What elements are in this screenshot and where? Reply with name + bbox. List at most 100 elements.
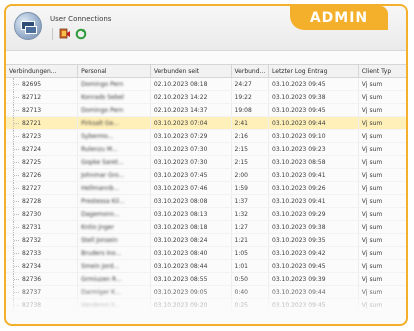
table-row[interactable]: 82730 Dagemonn... 03.10.2023 08:13 1:32 03.1… xyxy=(6,207,406,221)
connected-duration-text: 19:08 xyxy=(234,106,252,114)
connected-duration-text: 1:05 xyxy=(234,249,248,257)
connected-since-cell: 03.10.2023 08:40 xyxy=(150,246,232,260)
table-row[interactable]: 82733 Bruders Ino... 03.10.2023 08:40 1:05 0… xyxy=(6,246,406,260)
connected-since-text: 03.10.2023 08:44 xyxy=(153,262,208,270)
toolbar-separator xyxy=(52,28,53,40)
client-type-cell: Vj sum xyxy=(358,233,406,247)
table-row[interactable]: 82695 Domingo Pern 02.10.2023 08:18 24:27 03… xyxy=(6,77,406,91)
connected-since-text: 03.10.2023 07:45 xyxy=(153,171,208,179)
toolbar xyxy=(50,28,87,40)
connection-id-text: 82730 xyxy=(22,210,42,218)
connected-duration-text: 2:41 xyxy=(234,119,248,127)
table-row[interactable]: 82725 Gopke Saret... 03.10.2023 07:30 2:15 0… xyxy=(6,155,406,169)
refresh-button[interactable] xyxy=(75,28,87,40)
last-log-entry-cell: 03.10.2023 09:42 xyxy=(268,246,359,260)
connected-since-cell: 02.10.2023 14:37 xyxy=(150,103,232,117)
connected-since-text: 03.10.2023 07:30 xyxy=(153,145,208,153)
client-type-text: Vj sum xyxy=(361,93,383,101)
client-type-text: Vj sum xyxy=(361,236,383,244)
client-type-cell: Vj sum xyxy=(358,168,406,182)
column-header-client-type[interactable]: Client Typ xyxy=(358,65,406,78)
connection-id-text: 82727 xyxy=(22,184,42,192)
last-log-entry-cell: 03.10.2023 09:38 xyxy=(268,220,359,234)
last-log-entry-cell: 03.10.2023 09:41 xyxy=(268,168,359,182)
last-log-entry-text: 03.10.2023 09:10 xyxy=(272,132,326,140)
personal-cell: Johnmar Gro... xyxy=(77,168,151,182)
connected-duration-text: 24:27 xyxy=(234,80,252,88)
personal-text: Dagemonn... xyxy=(81,210,120,218)
connected-duration-text: 1:32 xyxy=(234,210,248,218)
table-row[interactable]: 82732 Stell Jonsein 03.10.2023 08:24 1:21 03… xyxy=(6,233,406,247)
table-row[interactable]: 82724 Rulenzu M... 03.10.2023 07:30 2:15 03.… xyxy=(6,142,406,156)
connections-table: Verbindungen... Personal Verbunden seit … xyxy=(6,64,406,312)
connected-duration-cell: 0:25 xyxy=(231,298,270,312)
connected-since-text: 03.10.2023 08:18 xyxy=(153,223,208,231)
client-type-text: Vj sum xyxy=(361,262,383,270)
connected-duration-cell: 1:37 xyxy=(231,194,270,208)
table-row[interactable]: 82728 Prestessa Kil... 03.10.2023 08:08 1:3… xyxy=(6,194,406,208)
table-row[interactable]: 82713 Domingo Pern 02.10.2023 14:37 19:08 03… xyxy=(6,103,406,117)
connected-duration-cell: 2:16 xyxy=(231,129,270,143)
table-row[interactable]: 82721 Pirksalt Ge... 03.10.2023 07:04 2:41 0… xyxy=(6,116,406,130)
personal-cell: Prestessa Kil... xyxy=(77,194,151,208)
disconnect-button[interactable] xyxy=(59,28,71,40)
table-row[interactable]: 82723 Sybermo... 03.10.2023 07:29 2:16 03.10… xyxy=(6,129,406,143)
client-type-cell: Vj sum xyxy=(358,207,406,221)
last-log-entry-cell: 03.10.2023 09:45 xyxy=(268,259,359,273)
last-log-entry-cell: 03.10.2023 09:41 xyxy=(268,194,359,208)
table-row[interactable]: 82734 Smein Jord... 03.10.2023 08:44 1:01 03… xyxy=(6,259,406,273)
connected-duration-text: 2:15 xyxy=(234,145,248,153)
personal-cell: Pirksalt Ge... xyxy=(77,116,151,130)
table-row[interactable]: 82731 Kntio Jnger 03.10.2023 08:18 1:27 03.1… xyxy=(6,220,406,234)
table-row[interactable]: 82712 Konrads Sebel 02.10.2023 14:22 19:22 0… xyxy=(6,90,406,104)
connected-since-text: 03.10.2023 08:55 xyxy=(153,275,208,283)
last-log-entry-cell: 03.10.2023 09:45 xyxy=(268,298,359,312)
column-header-connection-id[interactable]: Verbindungen... xyxy=(6,65,79,78)
table-row[interactable]: 82727 Hellmannb... 03.10.2023 07:46 1:59 03.… xyxy=(6,181,406,195)
connected-since-cell: 03.10.2023 07:46 xyxy=(150,181,232,195)
column-header-last-log-entry[interactable]: Letzter Log Entrag xyxy=(268,65,359,78)
connected-duration-text: 1:37 xyxy=(234,197,248,205)
personal-text: Vanderon k... xyxy=(81,301,121,309)
last-log-entry-cell: 03.10.2023 09:26 xyxy=(268,181,359,195)
client-type-cell: Vj sum xyxy=(358,220,406,234)
connected-since-text: 03.10.2023 09:05 xyxy=(153,288,208,296)
connection-id-text: 82732 xyxy=(22,236,42,244)
table-row[interactable]: 82726 Johnmar Gro... 03.10.2023 07:45 2:00 0… xyxy=(6,168,406,182)
connected-since-text: 03.10.2023 09:20 xyxy=(153,301,208,309)
last-log-entry-text: 03.10.2023 09:44 xyxy=(272,119,326,127)
client-type-text: Vj sum xyxy=(361,106,383,114)
connection-id-text: 82728 xyxy=(22,197,42,205)
connected-duration-cell: 2:00 xyxy=(231,168,270,182)
table-row[interactable]: 82737 Darmiger K... 03.10.2023 09:05 0:40 03… xyxy=(6,285,406,299)
tree-line xyxy=(13,247,19,259)
column-header-personal[interactable]: Personal xyxy=(77,65,151,78)
last-log-entry-text: 03.10.2023 09:39 xyxy=(272,275,326,283)
table-row[interactable]: 82736 Grmiuzen R... 03.10.2023 08:55 0:50 03… xyxy=(6,272,406,286)
column-header-connected-duration[interactable]: Verbund... xyxy=(231,65,270,78)
personal-text: Grmiuzen R... xyxy=(81,275,122,283)
tree-line xyxy=(13,156,19,168)
connected-since-cell: 03.10.2023 08:08 xyxy=(150,194,232,208)
connected-duration-cell: 19:22 xyxy=(231,90,270,104)
personal-cell: Gopke Saret... xyxy=(77,155,151,169)
tree-line xyxy=(13,273,19,285)
connection-id-cell: 82721 xyxy=(6,116,79,130)
connection-id-text: 82738 xyxy=(22,301,42,309)
connection-id-text: 82736 xyxy=(22,275,42,283)
connected-since-cell: 03.10.2023 08:24 xyxy=(150,233,232,247)
connection-id-text: 82725 xyxy=(22,158,42,166)
last-log-entry-text: 03.10.2023 09:35 xyxy=(272,236,326,244)
personal-text: Konrads Sebel xyxy=(81,93,124,101)
app-window: User Connections ADMIN Verbindungen... P… xyxy=(4,4,408,326)
connected-since-text: 03.10.2023 08:24 xyxy=(153,236,208,244)
user-connections-app-icon xyxy=(14,12,42,40)
last-log-entry-text: 03.10.2023 09:38 xyxy=(272,223,326,231)
personal-cell: Rulenzu M... xyxy=(77,142,151,156)
client-type-cell: Vj sum xyxy=(358,116,406,130)
column-header-connected-since[interactable]: Verbunden seit xyxy=(150,65,232,78)
last-log-entry-cell: 03.10.2023 09:10 xyxy=(268,129,359,143)
last-log-entry-cell: 03.10.2023 09:23 xyxy=(268,142,359,156)
table-row[interactable]: 82738 Vanderon k... 03.10.2023 09:20 0:25 03… xyxy=(6,298,406,312)
connected-since-cell: 02.10.2023 14:22 xyxy=(150,90,232,104)
